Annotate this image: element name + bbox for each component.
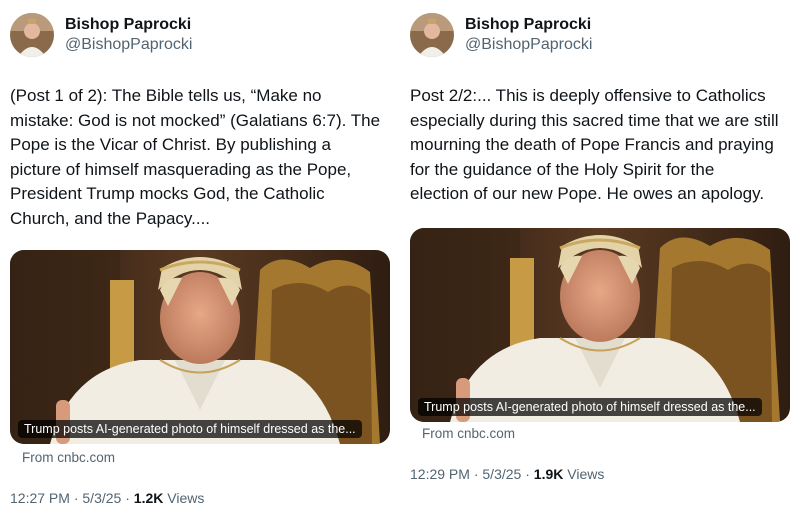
link-card[interactable]: Trump posts AI-generated photo of himsel… bbox=[410, 228, 790, 422]
card-caption: Trump posts AI-generated photo of himsel… bbox=[18, 420, 362, 438]
avatar[interactable] bbox=[10, 13, 54, 57]
author-handle[interactable]: @BishopPaprocki bbox=[465, 35, 592, 55]
card-source[interactable]: From cnbc.com bbox=[422, 426, 515, 441]
views-count: 1.9K bbox=[533, 466, 564, 482]
post-meta: 12:27 PM · 5/3/25 · 1.2K Views bbox=[10, 490, 204, 506]
post-header: Bishop Paprocki @BishopPaprocki bbox=[410, 12, 592, 58]
post-time[interactable]: 12:27 PM bbox=[10, 490, 70, 506]
post-text: (Post 1 of 2): The Bible tells us, “Make… bbox=[10, 86, 381, 228]
post-2[interactable]: Bishop Paprocki @BishopPaprocki Post 2/2… bbox=[400, 0, 790, 516]
post-text: Post 2/2:... This is deeply offensive to… bbox=[410, 86, 779, 203]
views-label: Views bbox=[167, 490, 205, 506]
card-source[interactable]: From cnbc.com bbox=[22, 450, 115, 465]
author-handle[interactable]: @BishopPaprocki bbox=[65, 35, 192, 55]
author-name[interactable]: Bishop Paprocki bbox=[465, 15, 592, 35]
post-1[interactable]: Bishop Paprocki @BishopPaprocki (Post 1 … bbox=[0, 0, 390, 516]
separator: · bbox=[473, 466, 479, 482]
post-date[interactable]: 5/3/25 bbox=[82, 490, 121, 506]
post-time[interactable]: 12:29 PM bbox=[410, 466, 470, 482]
post-header: Bishop Paprocki @BishopPaprocki bbox=[10, 12, 192, 58]
card-image bbox=[10, 250, 390, 444]
views-label: Views bbox=[567, 466, 605, 482]
post-date[interactable]: 5/3/25 bbox=[482, 466, 521, 482]
card-image bbox=[410, 228, 790, 422]
author-names: Bishop Paprocki @BishopPaprocki bbox=[465, 15, 592, 55]
author-names: Bishop Paprocki @BishopPaprocki bbox=[65, 15, 192, 55]
post-meta: 12:29 PM · 5/3/25 · 1.9K Views bbox=[410, 466, 604, 482]
card-caption: Trump posts AI-generated photo of himsel… bbox=[418, 398, 762, 416]
separator: · bbox=[125, 490, 130, 506]
author-name[interactable]: Bishop Paprocki bbox=[65, 15, 192, 35]
views-count: 1.2K bbox=[133, 490, 164, 506]
separator: · bbox=[73, 490, 79, 506]
link-card[interactable]: Trump posts AI-generated photo of himsel… bbox=[10, 250, 390, 444]
avatar[interactable] bbox=[410, 13, 454, 57]
separator: · bbox=[525, 466, 530, 482]
